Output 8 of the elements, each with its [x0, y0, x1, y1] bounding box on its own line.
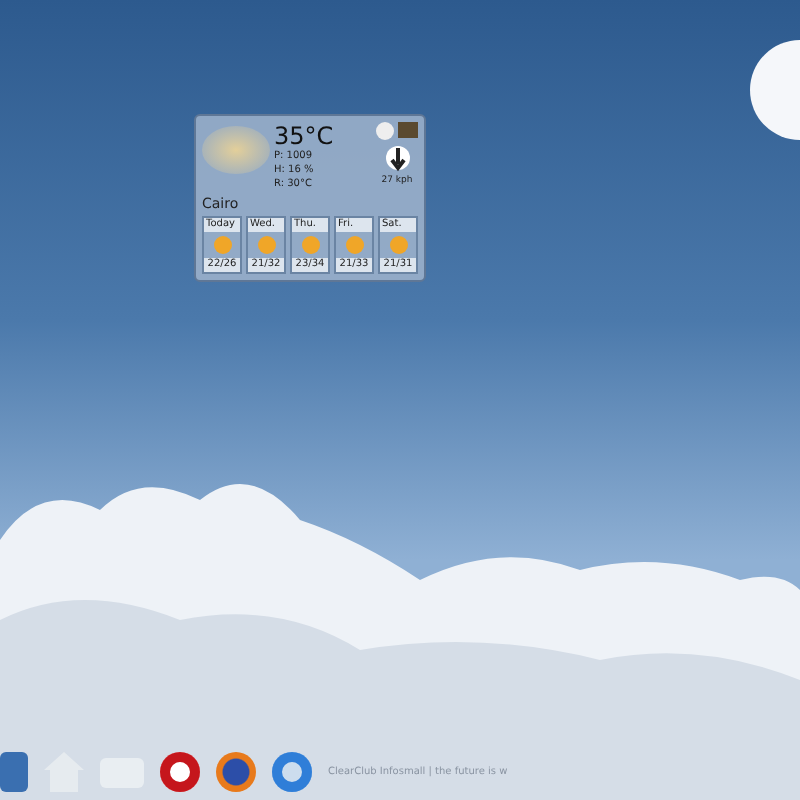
sun-icon — [389, 236, 407, 254]
sun-icon — [213, 236, 231, 254]
temperature: 35°C — [274, 122, 334, 150]
sun-icon — [301, 236, 319, 254]
wind-arrow-icon — [385, 144, 409, 172]
sun-icon — [257, 236, 275, 254]
sun-icon — [345, 236, 363, 254]
sun-icon — [202, 126, 270, 174]
